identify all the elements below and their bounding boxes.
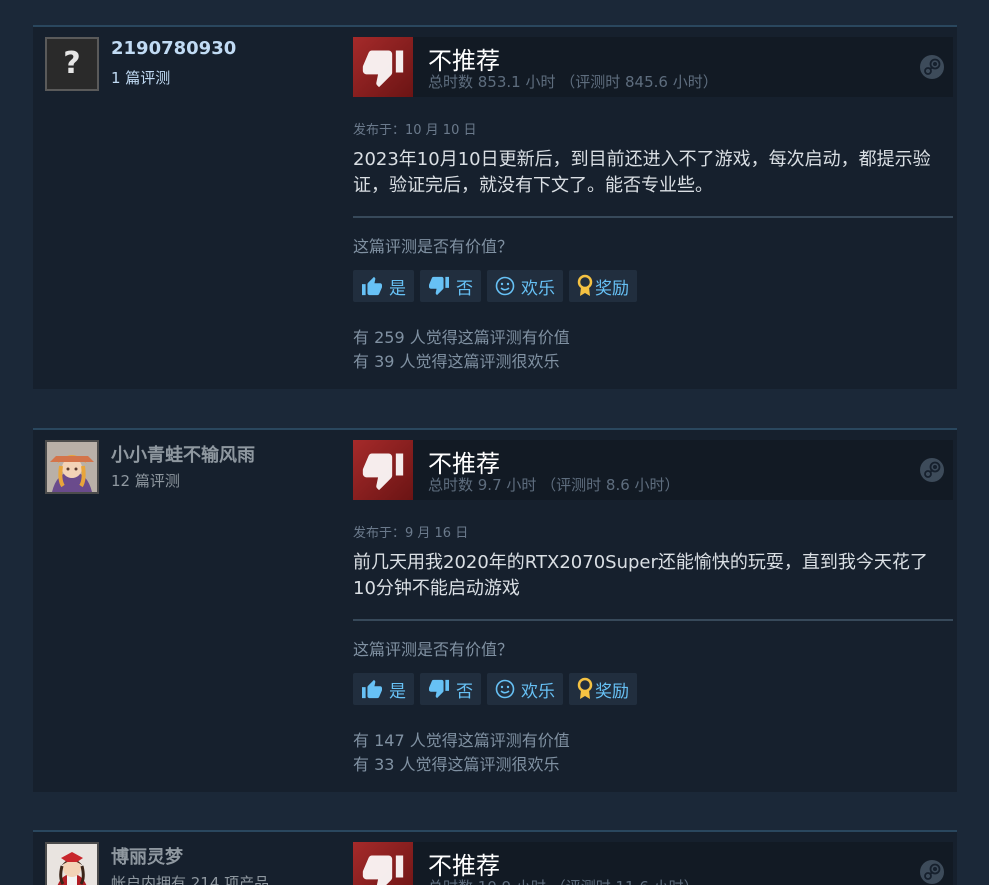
vote-no-button[interactable]: 否 — [420, 270, 481, 302]
vote-yes-button[interactable]: 是 — [353, 673, 414, 705]
vote-funny-button[interactable]: 欢乐 — [487, 270, 563, 302]
smiley-icon — [495, 679, 515, 699]
divider — [353, 216, 953, 218]
helpful-question: 这篇评测是否有价值？ — [353, 640, 514, 659]
vote-no-label: 否 — [456, 681, 473, 702]
award-label: 奖励 — [595, 681, 629, 702]
hours-played: 总时数 853.1 小时 （评测时 845.6 小时） — [428, 73, 718, 91]
steam-icon — [920, 860, 944, 884]
posted-date: 发布于：9 月 16 日 — [353, 526, 469, 541]
avatar[interactable]: ? — [45, 37, 99, 91]
vote-yes-button[interactable]: 是 — [353, 270, 414, 302]
award-ribbon-icon — [577, 677, 593, 699]
vote-funny-label: 欢乐 — [521, 278, 555, 299]
review-text: 2023年10月10日更新后，到目前还进入不了游戏，每次启动，都提示验证，验证完… — [353, 149, 931, 196]
award-label: 奖励 — [595, 278, 629, 299]
avatar[interactable] — [45, 842, 99, 885]
thumbs-down-icon — [353, 440, 413, 500]
reviews-page: ? 2190780930 1 篇评测 不推荐 总时数 853.1 小时 （评测时… — [0, 0, 989, 885]
author-review-count[interactable]: 帐户内拥有 214 项产品 — [111, 872, 269, 885]
author-name[interactable]: 小小青蛙不输风雨 — [111, 441, 255, 467]
divider — [353, 619, 953, 621]
review-card: ? 2190780930 1 篇评测 不推荐 总时数 853.1 小时 （评测时… — [33, 25, 957, 389]
review-text: 前几天用我2020年的RTX2070Super还能愉快的玩耍，直到我今天花了10… — [353, 552, 928, 599]
vote-no-button[interactable]: 否 — [420, 673, 481, 705]
avatar-image — [47, 844, 97, 885]
steam-icon — [920, 55, 944, 79]
vote-funny-button[interactable]: 欢乐 — [487, 673, 563, 705]
helpful-count: 有 147 人觉得这篇评测有价值 — [353, 731, 570, 750]
helpful-question: 这篇评测是否有价值？ — [353, 237, 514, 256]
smiley-icon — [495, 276, 515, 296]
thumbs-down-icon — [429, 276, 449, 296]
author-name[interactable]: 博丽灵梦 — [111, 843, 183, 869]
question-mark-icon: ? — [63, 46, 81, 81]
author-name[interactable]: 2190780930 — [111, 38, 236, 59]
author-review-count[interactable]: 12 篇评测 — [111, 470, 180, 491]
funny-count: 有 39 人觉得这篇评测很欢乐 — [353, 352, 560, 371]
author-review-count[interactable]: 1 篇评测 — [111, 67, 170, 88]
vote-yes-label: 是 — [389, 278, 406, 299]
vote-header[interactable]: 不推荐 总时数 853.1 小时 （评测时 845.6 小时） — [353, 37, 953, 97]
vote-header[interactable]: 不推荐 总时数 10.9 小时 （评测时 11.6 小时） — [353, 842, 953, 885]
vote-buttons: 是 否 欢乐 奖励 — [353, 673, 637, 705]
review-card: 博丽灵梦 帐户内拥有 214 项产品 不推荐 总时数 10.9 小时 （评测时 … — [33, 830, 957, 885]
thumbs-down-icon — [353, 842, 413, 885]
thumbs-down-icon — [429, 679, 449, 699]
avatar-image — [47, 442, 97, 492]
vote-funny-label: 欢乐 — [521, 681, 555, 702]
hours-played: 总时数 9.7 小时 （评测时 8.6 小时） — [428, 476, 680, 494]
vote-no-label: 否 — [456, 278, 473, 299]
funny-count: 有 33 人觉得这篇评测很欢乐 — [353, 755, 560, 774]
award-ribbon-icon — [577, 274, 593, 296]
award-button[interactable]: 奖励 — [569, 270, 637, 302]
avatar[interactable] — [45, 440, 99, 494]
helpful-count: 有 259 人觉得这篇评测有价值 — [353, 328, 570, 347]
steam-icon — [920, 458, 944, 482]
posted-date: 发布于：10 月 10 日 — [353, 123, 477, 138]
award-button[interactable]: 奖励 — [569, 673, 637, 705]
review-card: 小小青蛙不输风雨 12 篇评测 不推荐 总时数 9.7 小时 （评测时 8.6 … — [33, 428, 957, 792]
vote-buttons: 是 否 欢乐 奖励 — [353, 270, 637, 302]
vote-yes-label: 是 — [389, 681, 406, 702]
thumbs-down-icon — [353, 37, 413, 97]
thumbs-up-icon — [362, 276, 382, 296]
hours-played: 总时数 10.9 小时 （评测时 11.6 小时） — [428, 876, 699, 885]
thumbs-up-icon — [362, 679, 382, 699]
vote-header[interactable]: 不推荐 总时数 9.7 小时 （评测时 8.6 小时） — [353, 440, 953, 500]
